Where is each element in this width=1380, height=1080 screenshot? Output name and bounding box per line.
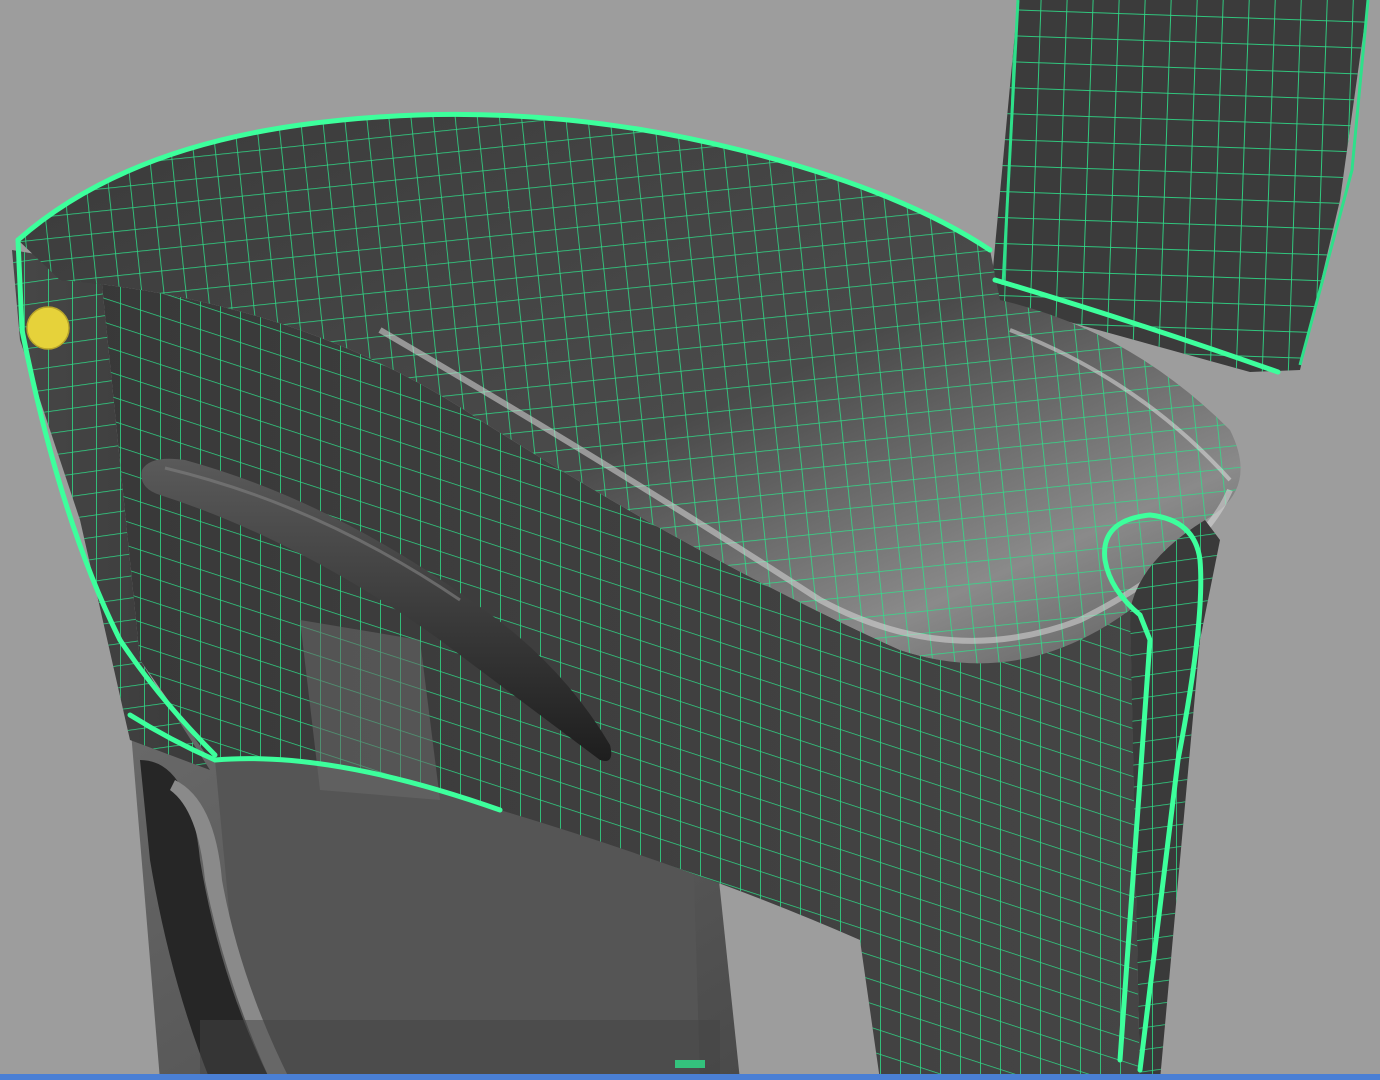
axis-label-marker	[675, 1060, 705, 1068]
3d-viewport[interactable]	[0, 0, 1380, 1080]
yellow-dot-manipulator-icon[interactable]	[26, 306, 70, 350]
status-strip	[0, 1074, 1380, 1080]
